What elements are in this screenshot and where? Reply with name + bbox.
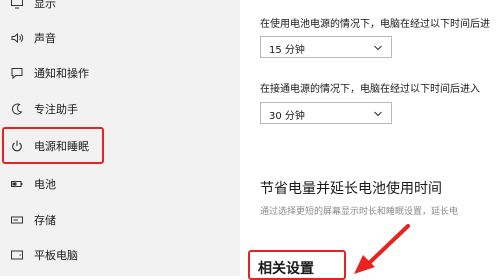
sidebar-item-battery[interactable]: 电池 [0, 167, 240, 201]
battery-sleep-description: 在使用电池电源的情况下，电脑在经过以下时间后进 [260, 19, 490, 30]
sidebar-item-label: 存储 [34, 214, 56, 227]
sidebar-item-label: 平板电脑 [34, 249, 78, 262]
sidebar-item-sound[interactable]: 声音 [0, 21, 240, 55]
battery-icon [10, 177, 24, 191]
display-icon [10, 0, 24, 10]
sidebar-item-label: 专注助手 [34, 103, 78, 116]
moon-icon [10, 102, 24, 116]
chevron-down-icon [374, 45, 382, 51]
sidebar-item-focus-assist[interactable]: 专注助手 [0, 92, 240, 126]
notification-icon [10, 66, 24, 80]
sidebar-item-label: 电池 [34, 178, 56, 191]
plugged-sleep-value: 30 分钟 [269, 111, 305, 122]
related-settings-heading: 相关设置 [258, 261, 314, 277]
sidebar-item-label: 显示 [34, 0, 56, 10]
sidebar-item-notifications[interactable]: 通知和操作 [0, 56, 240, 90]
battery-sleep-select[interactable]: 15 分钟 [260, 36, 392, 58]
tablet-icon [10, 248, 24, 262]
sidebar-item-label: 声音 [34, 32, 56, 45]
speaker-icon [10, 31, 24, 45]
sidebar-item-storage[interactable]: 存储 [0, 203, 240, 237]
sidebar-item-tablet[interactable]: 平板电脑 [0, 238, 240, 272]
settings-sidebar: 显示 声音 通知和操作 专注助手 电源和睡眠 电池 存储 平板电脑 [0, 0, 240, 276]
chevron-down-icon [374, 111, 382, 117]
plugged-sleep-description: 在接通电源的情况下，电脑在经过以下时间后进入 [260, 84, 480, 95]
red-arrow-icon [354, 224, 410, 274]
sidebar-item-label: 通知和操作 [34, 67, 89, 80]
battery-sleep-value: 15 分钟 [269, 45, 305, 56]
plugged-sleep-select[interactable]: 30 分钟 [260, 102, 392, 124]
highlight-box-power-sleep [2, 127, 104, 164]
save-power-description: 通过选择更短的屏幕显示时长和睡眠设置，延长电 [260, 207, 459, 217]
storage-icon [10, 213, 24, 227]
save-power-heading: 节省电量并延长电池使用时间 [260, 181, 442, 197]
sidebar-item-display[interactable]: 显示 [0, 0, 240, 20]
